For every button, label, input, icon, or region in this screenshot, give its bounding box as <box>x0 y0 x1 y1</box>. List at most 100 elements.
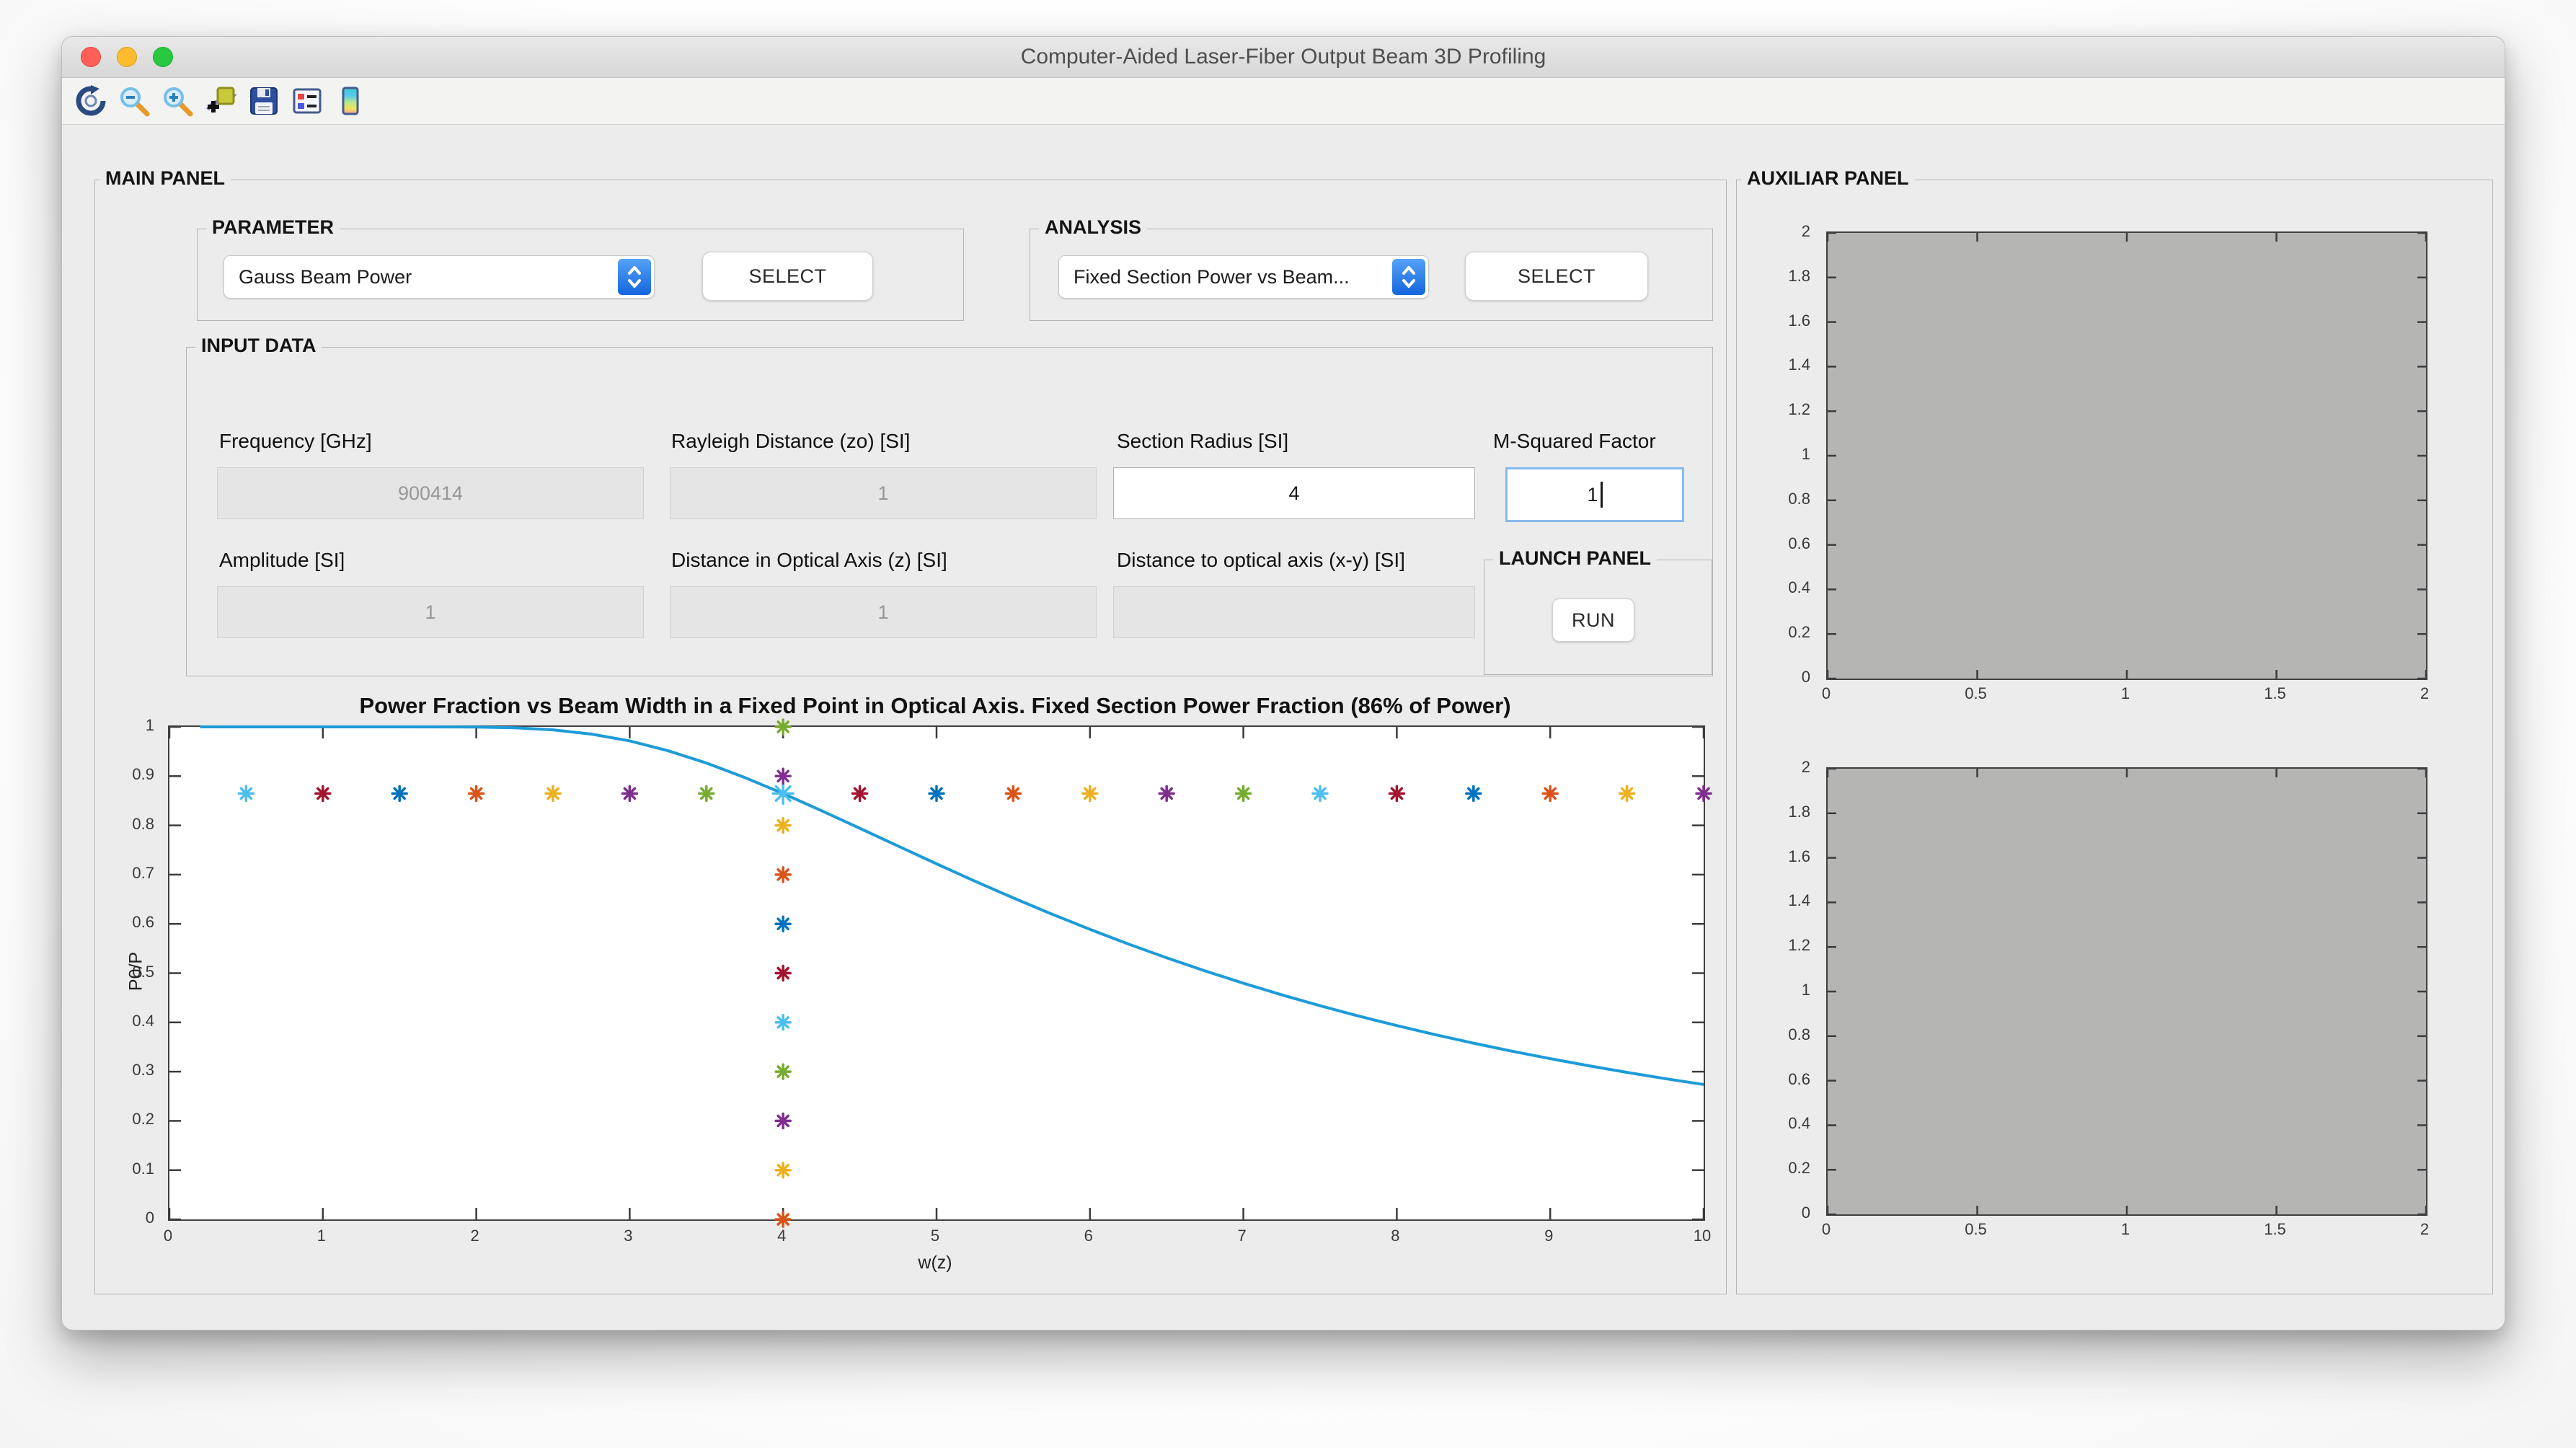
titlebar[interactable]: Computer-Aided Laser-Fiber Output Beam 3… <box>62 37 2505 78</box>
data-marker <box>776 1212 790 1227</box>
main-x-axis-label: w(z) <box>168 1253 1702 1273</box>
parameter-select-button[interactable]: SELECT <box>702 252 873 301</box>
tick-label: 0.5 <box>1955 684 1998 703</box>
tick-label: 1.8 <box>1742 803 1810 821</box>
run-button[interactable]: RUN <box>1552 599 1634 642</box>
data-marker <box>776 966 790 981</box>
tick-label: 1.6 <box>1742 312 1810 330</box>
analysis-dropdown[interactable]: Fixed Section Power vs Beam... <box>1058 255 1429 299</box>
parameter-dropdown[interactable]: Gauss Beam Power <box>223 255 655 299</box>
tick-label: 0.4 <box>1742 578 1810 597</box>
text-caret <box>1601 482 1603 508</box>
tick-label: 0.8 <box>1742 1025 1810 1044</box>
data-marker <box>699 786 714 800</box>
data-marker <box>1543 786 1557 800</box>
frequency-value: 900414 <box>398 482 463 505</box>
tick-label: 8 <box>1373 1227 1417 1245</box>
aux1-y-axis-ticks: 00.20.40.60.811.21.41.61.82 <box>1742 231 1818 677</box>
tick-label: 0 <box>1742 668 1810 687</box>
tick-label: 1.2 <box>1742 936 1810 955</box>
save-icon[interactable] <box>247 84 281 118</box>
amplitude-value: 1 <box>425 601 435 624</box>
tick-label: 1 <box>2104 1220 2147 1239</box>
tick-label: 0 <box>146 1227 190 1245</box>
amplitude-label: Amplitude [SI] <box>219 549 345 572</box>
amplitude-field: 1 <box>217 586 644 638</box>
chart-title: Power Fraction vs Beam Width in a Fixed … <box>168 693 1702 719</box>
data-cursor-icon[interactable] <box>203 84 238 118</box>
zoom-in-icon[interactable] <box>160 84 195 118</box>
data-marker <box>776 1015 790 1030</box>
tick-label: 1 <box>2104 684 2147 703</box>
tick-label: 3 <box>606 1227 650 1245</box>
tick-label: 2 <box>2403 684 2446 703</box>
analysis-dropdown-value: Fixed Section Power vs Beam... <box>1059 266 1428 288</box>
insert-legend-icon[interactable] <box>290 84 324 118</box>
tick-label: 0.1 <box>98 1160 154 1178</box>
zoom-out-icon[interactable] <box>117 84 151 118</box>
data-marker <box>776 769 790 783</box>
window-title: Computer-Aided Laser-Fiber Output Beam 3… <box>62 37 2505 77</box>
rotate-3d-icon[interactable] <box>74 84 108 118</box>
data-marker <box>1466 786 1481 800</box>
auxiliar-panel-label: AUXILIAR PANEL <box>1741 167 1915 190</box>
m-squared-field[interactable]: 1 <box>1505 467 1684 522</box>
aux-plot-area-2[interactable] <box>1826 767 2427 1216</box>
data-marker <box>1389 786 1404 800</box>
tick-label: 0.7 <box>98 864 154 883</box>
analysis-panel-label: ANALYSIS <box>1039 216 1147 239</box>
tick-label: 0 <box>98 1209 154 1227</box>
data-marker <box>622 786 637 800</box>
tick-label: 1.2 <box>1742 400 1810 419</box>
main-plot-area[interactable] <box>168 725 1705 1221</box>
tick-label: 1.4 <box>1742 891 1810 910</box>
tick-label: 2 <box>453 1227 497 1245</box>
chevron-up-down-icon <box>1392 259 1425 295</box>
tick-label: 0.4 <box>1742 1114 1810 1133</box>
section-radius-value: 4 <box>1288 482 1299 505</box>
tick-label: 0.8 <box>98 815 154 834</box>
input-data-panel-label: INPUT DATA <box>195 335 322 357</box>
tick-label: 0.5 <box>1955 1220 1998 1239</box>
data-marker <box>1313 786 1327 800</box>
frequency-field: 900414 <box>217 467 644 519</box>
analysis-select-button[interactable]: SELECT <box>1465 252 1648 301</box>
data-marker <box>469 786 484 800</box>
m-squared-value: 1 <box>1587 484 1598 506</box>
tick-label: 0.2 <box>1742 623 1810 642</box>
rayleigh-distance-field: 1 <box>670 467 1097 519</box>
data-marker <box>1083 786 1097 800</box>
analysis-select-label: SELECT <box>1518 265 1595 288</box>
launch-panel-label: LAUNCH PANEL <box>1493 547 1657 570</box>
section-radius-field[interactable]: 4 <box>1113 467 1475 519</box>
main-x-axis-ticks: 012345678910 <box>168 1227 1702 1248</box>
insert-colorbar-icon[interactable] <box>333 84 368 118</box>
desktop-background: Computer-Aided Laser-Fiber Output Beam 3… <box>0 0 2576 1448</box>
data-marker <box>776 1163 790 1178</box>
tick-label: 2 <box>1742 758 1810 777</box>
main-y-axis-label: P0/P <box>126 952 147 991</box>
data-marker <box>929 786 944 800</box>
tick-label: 0.4 <box>98 1012 154 1030</box>
tick-label: 6 <box>1067 1227 1110 1245</box>
tick-label: 0.8 <box>1742 490 1810 508</box>
tick-label: 1.5 <box>2254 684 2297 703</box>
tick-label: 7 <box>1221 1227 1264 1245</box>
tick-label: 0.2 <box>1742 1159 1810 1178</box>
tick-label: 1 <box>1742 981 1810 999</box>
tick-label: 1 <box>1742 445 1810 464</box>
parameter-dropdown-value: Gauss Beam Power <box>224 266 654 288</box>
tick-label: 1 <box>98 716 154 735</box>
aux-plot-area-1[interactable] <box>1826 231 2427 680</box>
rayleigh-distance-label: Rayleigh Distance (zo) [SI] <box>671 430 910 453</box>
tick-label: 1 <box>300 1227 343 1245</box>
tick-label: 0.9 <box>98 765 154 784</box>
data-marker <box>392 786 407 800</box>
data-marker <box>1236 786 1251 800</box>
tick-label: 0.6 <box>98 913 154 932</box>
tick-label: 9 <box>1527 1227 1570 1245</box>
data-marker <box>776 1113 790 1128</box>
tick-label: 0.2 <box>98 1110 154 1129</box>
m-squared-label: M-Squared Factor <box>1493 430 1656 453</box>
tick-label: 0.6 <box>1742 1070 1810 1089</box>
